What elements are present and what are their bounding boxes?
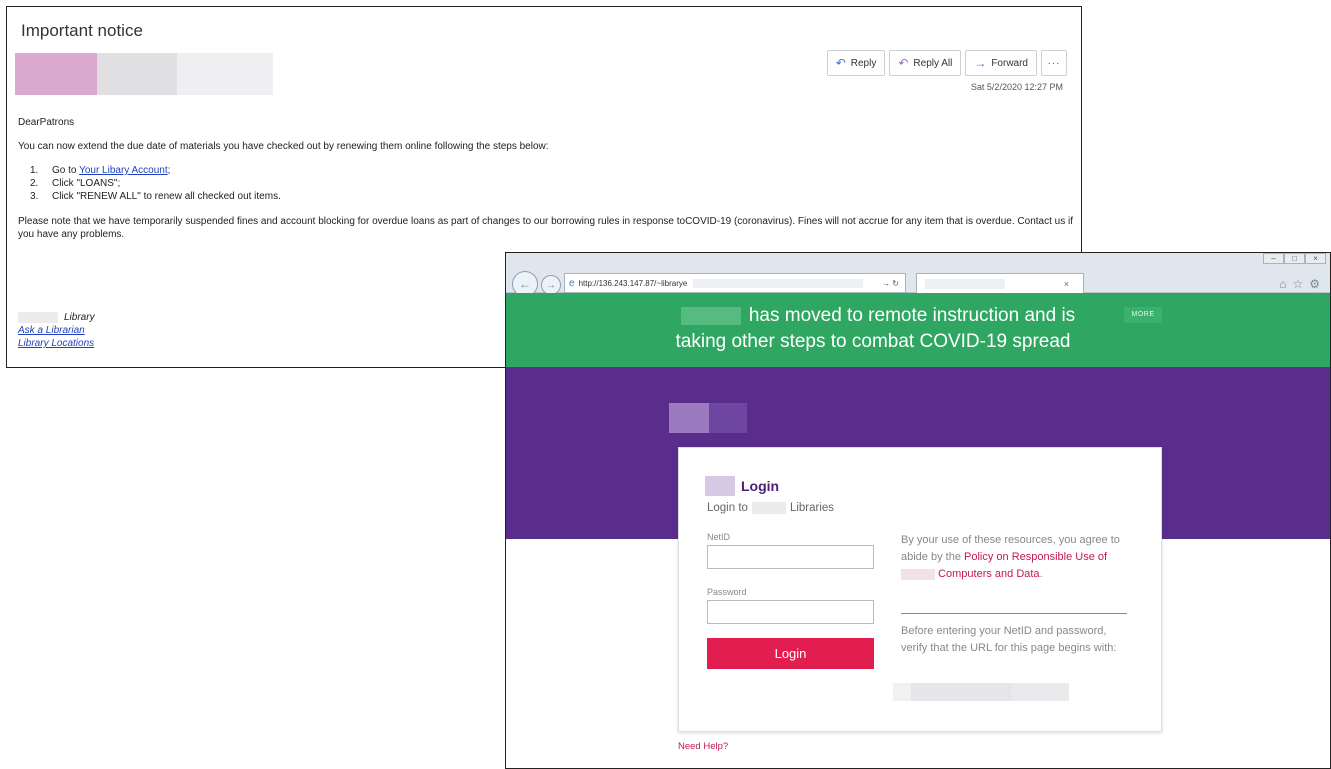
- address-url: http://136.243.147.87/~librarye: [578, 278, 688, 288]
- email-greeting: DearPatrons: [18, 117, 75, 128]
- email-intro: You can now extend the due date of mater…: [18, 141, 549, 152]
- login-button[interactable]: Login: [707, 638, 874, 669]
- forward-icon: →: [974, 56, 987, 70]
- ask-librarian-link[interactable]: Ask a Librarian: [18, 325, 85, 336]
- redacted-block: [693, 278, 864, 288]
- maximize-button[interactable]: □: [1284, 253, 1305, 264]
- email-date: Sat 5/2/2020 12:27 PM: [970, 82, 1063, 92]
- redacted-block: [97, 53, 177, 95]
- redacted-url: [893, 683, 1069, 701]
- verify-url-text: Before entering your NetID and password,…: [901, 625, 1117, 654]
- email-subject: Important notice: [21, 21, 143, 40]
- steps-list: 1. Go to Your Libary Account; 2. Click "…: [30, 164, 1078, 203]
- email-signature: Library Ask a Librarian Library Location…: [18, 311, 95, 350]
- email-notice: Please note that we have temporarily sus…: [18, 216, 1073, 240]
- netid-field[interactable]: [707, 545, 874, 569]
- policy-text: By your use of these resources, you agre…: [901, 534, 1120, 580]
- list-item: 2. Click "LOANS";: [30, 178, 121, 189]
- library-locations-link[interactable]: Library Locations: [18, 338, 94, 349]
- browser-chrome: – □ × ← → e http://136.243.147.87/~libra…: [506, 253, 1330, 297]
- redacted-block: [925, 278, 1005, 289]
- address-bar[interactable]: e http://136.243.147.87/~librarye → ↻: [564, 273, 906, 293]
- forward-label: Forward: [991, 57, 1028, 69]
- favorites-star-icon[interactable]: ☆: [1292, 277, 1303, 291]
- redacted-block: [705, 476, 735, 496]
- redacted-block: [901, 568, 935, 580]
- window-controls: – □ ×: [1263, 253, 1326, 264]
- login-card: Login Login to Libraries NetID Password …: [678, 447, 1162, 732]
- more-button[interactable]: MORE: [1124, 307, 1162, 323]
- redacted-block: [15, 53, 97, 95]
- refresh-icon[interactable]: → ↻: [882, 279, 899, 288]
- minimize-button[interactable]: –: [1263, 253, 1284, 264]
- forward-button[interactable]: → Forward: [965, 50, 1037, 76]
- home-icon[interactable]: ⌂: [1279, 277, 1286, 291]
- library-account-link[interactable]: Your Libary Account: [79, 165, 168, 176]
- ie-icon: e: [569, 277, 575, 289]
- email-body: DearPatrons You can now extend the due d…: [18, 116, 1078, 252]
- reply-all-icon: ↶: [898, 56, 909, 70]
- browser-toolbar-icons: ⌂ ☆ ⚙: [1279, 277, 1320, 291]
- reply-icon: ↶: [835, 56, 846, 70]
- redacted-block: [680, 306, 741, 325]
- forward-nav-button[interactable]: →: [541, 275, 561, 295]
- settings-gear-icon[interactable]: ⚙: [1309, 277, 1320, 291]
- email-action-bar: ↶ Reply ↶ Reply All → Forward ···: [826, 50, 1067, 76]
- netid-label: NetID: [707, 532, 731, 542]
- redacted-block: [669, 403, 709, 433]
- list-item: 3. Click "RENEW ALL" to renew all checke…: [30, 191, 281, 202]
- redacted-block: [709, 403, 747, 433]
- close-tab-icon[interactable]: ×: [1064, 279, 1069, 289]
- list-item: 1. Go to Your Libary Account;: [30, 165, 171, 176]
- redacted-block: [751, 502, 786, 514]
- reply-label: Reply: [850, 57, 877, 69]
- reply-all-label: Reply All: [913, 57, 953, 69]
- redacted-logo: [669, 403, 747, 433]
- need-help-link[interactable]: Need Help?: [678, 741, 728, 752]
- reply-all-button[interactable]: ↶ Reply All: [889, 50, 962, 76]
- banner-line-1: has moved to remote instruction and is: [748, 305, 1076, 326]
- covid-banner: has moved to remote instruction and is t…: [506, 293, 1330, 367]
- reply-button[interactable]: ↶ Reply: [826, 50, 886, 76]
- close-window-button[interactable]: ×: [1305, 253, 1326, 264]
- forward-arrow-icon: →: [546, 279, 556, 291]
- phishing-browser-window: – □ × ← → e http://136.243.147.87/~libra…: [505, 252, 1331, 769]
- redacted-sender: [15, 53, 273, 95]
- back-arrow-icon: ←: [519, 277, 531, 291]
- signature-library: Library: [64, 312, 95, 323]
- banner-line-2: taking other steps to combat COVID-19 sp…: [675, 331, 1071, 352]
- browser-tab[interactable]: ×: [916, 273, 1084, 293]
- login-title: Login: [741, 478, 780, 494]
- redacted-block: [18, 312, 58, 323]
- more-actions-button[interactable]: ···: [1041, 50, 1067, 76]
- divider: [901, 613, 1127, 614]
- login-subtitle: Login to Libraries: [707, 502, 835, 514]
- password-field[interactable]: [707, 600, 874, 624]
- redacted-block: [177, 53, 273, 95]
- password-label: Password: [707, 587, 747, 597]
